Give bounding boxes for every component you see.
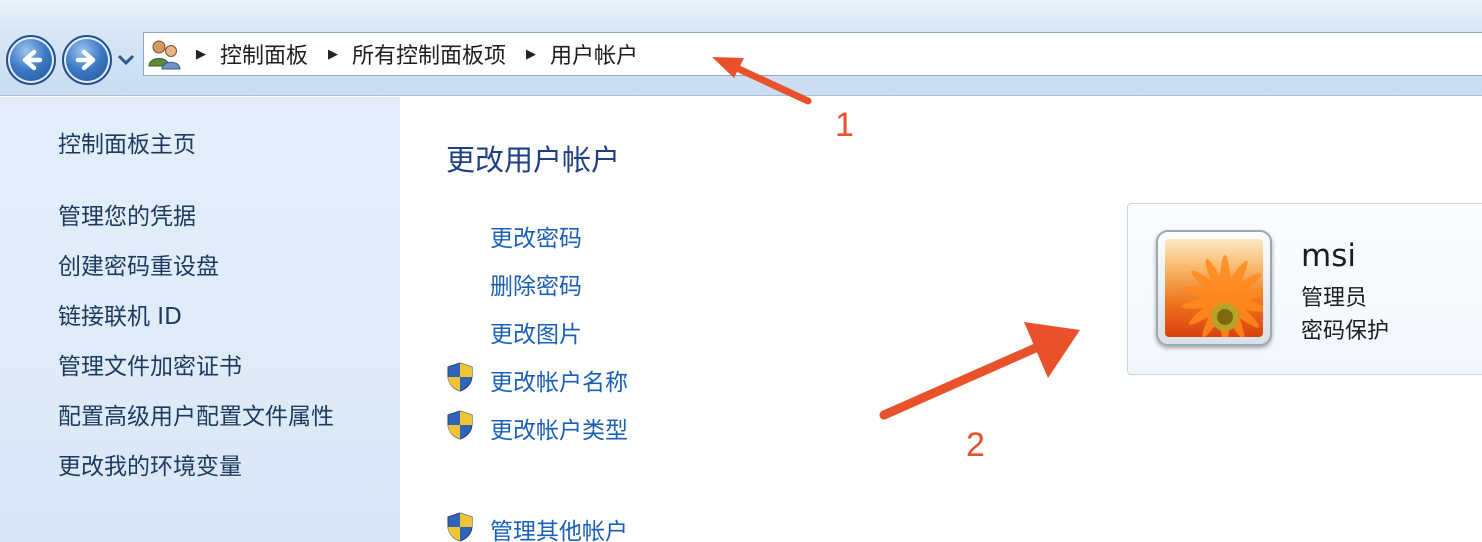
breadcrumb-arrow-icon[interactable]: ▶ bbox=[328, 47, 338, 62]
account-password-status: 密码保护 bbox=[1301, 319, 1390, 344]
avatar[interactable] bbox=[1156, 230, 1272, 346]
sidebar-item-manage-credentials[interactable]: 管理您的凭据 bbox=[58, 197, 196, 231]
change-account-name-link[interactable]: 更改帐户名称 bbox=[490, 363, 628, 397]
annotation-label-1: 1 bbox=[835, 106, 854, 144]
navigation-bar: ▶ 控制面板 ▶ 所有控制面板项 ▶ 用户帐户 bbox=[0, 0, 1482, 96]
forward-arrow-icon bbox=[75, 49, 96, 71]
sidebar-item-password-reset-disk[interactable]: 创建密码重设盘 bbox=[58, 247, 219, 281]
account-name: msi bbox=[1301, 238, 1356, 274]
forward-button[interactable] bbox=[62, 35, 112, 85]
page-title: 更改用户帐户 bbox=[446, 143, 621, 177]
flower-picture-icon bbox=[1181, 255, 1263, 337]
sidebar-item-file-encryption-certs[interactable]: 管理文件加密证书 bbox=[58, 347, 242, 381]
back-button[interactable] bbox=[6, 35, 56, 85]
breadcrumb-control-panel[interactable]: 控制面板 bbox=[220, 38, 308, 70]
remove-password-link[interactable]: 删除密码 bbox=[490, 267, 582, 301]
address-bar[interactable]: ▶ 控制面板 ▶ 所有控制面板项 ▶ 用户帐户 bbox=[143, 32, 1482, 76]
uac-shield-icon bbox=[447, 362, 473, 392]
change-picture-link[interactable]: 更改图片 bbox=[490, 315, 582, 349]
users-icon bbox=[148, 40, 181, 70]
change-password-link[interactable]: 更改密码 bbox=[490, 219, 582, 253]
uac-shield-icon bbox=[447, 512, 473, 542]
breadcrumb-user-accounts[interactable]: 用户帐户 bbox=[550, 38, 638, 70]
back-arrow-icon bbox=[22, 49, 43, 71]
history-dropdown-icon[interactable] bbox=[117, 53, 135, 65]
breadcrumb-arrow-icon[interactable]: ▶ bbox=[196, 47, 206, 62]
breadcrumb-arrow-icon[interactable]: ▶ bbox=[526, 47, 536, 62]
sidebar-item-control-panel-home[interactable]: 控制面板主页 bbox=[58, 125, 196, 159]
sidebar-item-environment-variables[interactable]: 更改我的环境变量 bbox=[58, 447, 242, 481]
main-content: 更改用户帐户 更改密码 删除密码 更改图片 更改帐户名称 更改帐户类型 管理其他… bbox=[400, 97, 1482, 542]
sidebar-item-advanced-profile-properties[interactable]: 配置高级用户配置文件属性 bbox=[58, 397, 334, 431]
uac-shield-icon bbox=[447, 410, 473, 440]
manage-other-accounts-link[interactable]: 管理其他帐户 bbox=[490, 512, 628, 542]
sidebar-item-link-online-id[interactable]: 链接联机 ID bbox=[58, 297, 182, 331]
breadcrumb-all-items[interactable]: 所有控制面板项 bbox=[352, 38, 506, 70]
account-tile: msi 管理员 密码保护 bbox=[1127, 203, 1482, 375]
annotation-label-2: 2 bbox=[966, 426, 985, 464]
change-account-type-link[interactable]: 更改帐户类型 bbox=[490, 411, 628, 445]
sidebar: 控制面板主页 管理您的凭据 创建密码重设盘 链接联机 ID 管理文件加密证书 配… bbox=[0, 97, 400, 542]
account-type: 管理员 bbox=[1301, 286, 1368, 311]
